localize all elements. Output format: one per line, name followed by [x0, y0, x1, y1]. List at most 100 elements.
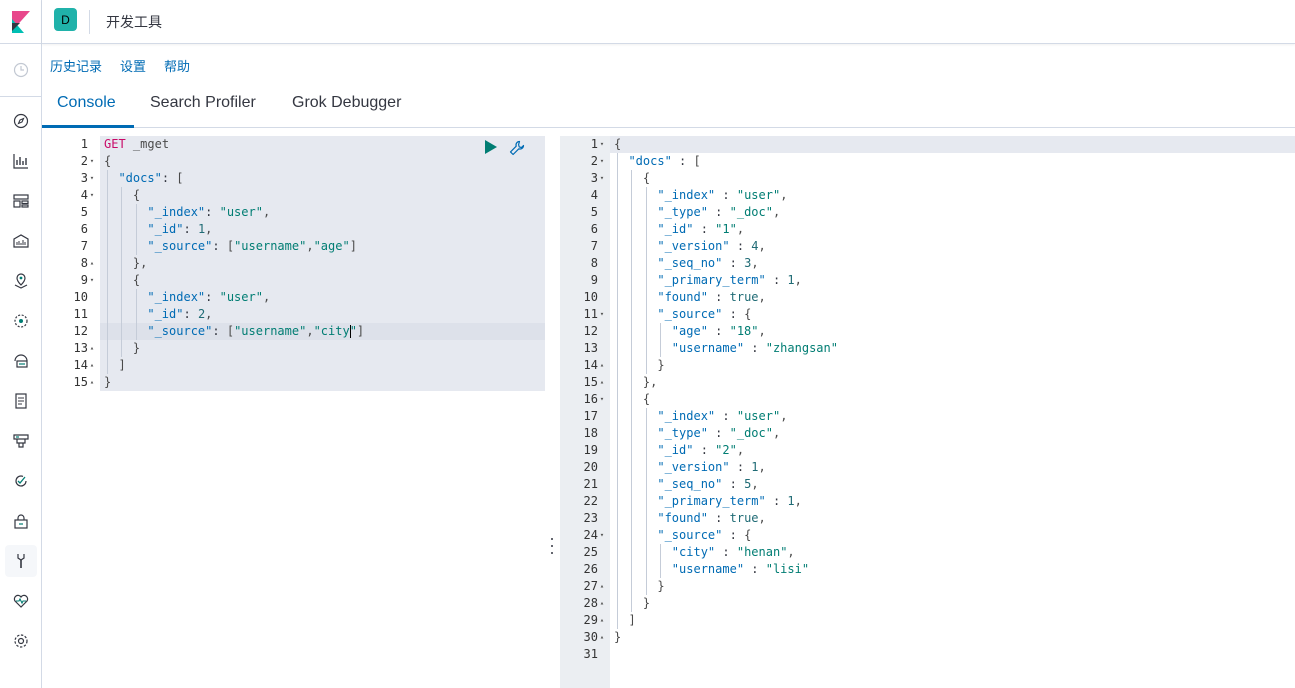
fold-toggle-icon[interactable]: ▾: [88, 153, 96, 170]
line-number-text: 24: [583, 528, 598, 542]
indent-guide: [121, 238, 123, 255]
fold-toggle-icon[interactable]: ▴: [88, 374, 96, 391]
line-number-text: 14: [583, 358, 598, 372]
code-line[interactable]: "_id": 1,: [104, 221, 212, 238]
fold-toggle-icon[interactable]: ▾: [598, 153, 606, 170]
line-number: 3 ▾: [560, 170, 610, 187]
fold-toggle-icon[interactable]: ▴: [598, 357, 606, 374]
indent-guide: [121, 187, 123, 204]
indent-guide: [107, 255, 108, 272]
code-line[interactable]: "_id": 2,: [104, 306, 212, 323]
line-number: 15 ▴: [560, 374, 610, 391]
visualize-icon[interactable]: [5, 145, 37, 177]
code-line[interactable]: "docs": [: [104, 170, 183, 187]
code-line[interactable]: }: [104, 374, 111, 391]
monitoring-icon[interactable]: [5, 585, 37, 617]
apm-icon[interactable]: [5, 425, 37, 457]
indent-guide: [617, 408, 618, 425]
infrastructure-icon[interactable]: [5, 345, 37, 377]
tab-search-profiler[interactable]: Search Profiler: [150, 94, 256, 112]
fold-toggle-icon[interactable]: ▾: [598, 136, 606, 153]
wrench-icon: [509, 140, 525, 156]
code-line[interactable]: {: [104, 153, 111, 170]
indent-guide: [617, 612, 618, 629]
code-line[interactable]: GET _mget: [104, 136, 169, 153]
management-icon[interactable]: [5, 625, 37, 657]
code-line: "found" : true,: [657, 511, 766, 525]
line-number: 13: [560, 340, 610, 357]
send-request-button[interactable]: [484, 140, 498, 154]
indent-guide: [645, 238, 647, 255]
code-line: "docs" : [: [628, 154, 701, 168]
fold-toggle-icon[interactable]: ▴: [88, 357, 96, 374]
dashboard-icon[interactable]: [5, 185, 37, 217]
history-link[interactable]: 历史记录: [50, 56, 102, 75]
line-number: 15 ▴: [50, 374, 100, 391]
fold-toggle-icon[interactable]: ▾: [88, 170, 96, 187]
dev-tools-icon[interactable]: [5, 545, 37, 577]
indent-guide: [121, 255, 123, 272]
request-code[interactable]: GET _mget{ "docs": [ { "_index": "user",…: [100, 136, 545, 688]
indent-guide: [631, 391, 633, 408]
indent-guide: [121, 272, 123, 289]
editor-resizer-handle[interactable]: [548, 538, 556, 554]
line-number-text: 21: [583, 477, 598, 491]
fold-toggle-icon[interactable]: ▾: [598, 527, 606, 544]
code-line[interactable]: "_source": ["username","city"]: [104, 323, 364, 340]
code-line[interactable]: "_index": "user",: [104, 289, 270, 306]
line-number-text: 1: [80, 137, 88, 151]
fold-toggle-icon[interactable]: ▴: [88, 255, 96, 272]
discover-icon[interactable]: [5, 105, 37, 137]
line-number: 7: [50, 238, 100, 255]
indent-guide: [631, 425, 633, 442]
left-nav: [0, 0, 42, 688]
maps-icon[interactable]: [5, 265, 37, 297]
line-number: 27 ▴: [560, 578, 610, 595]
code-line[interactable]: "_source": ["username","age"]: [104, 238, 357, 255]
fold-toggle-icon[interactable]: ▴: [598, 629, 606, 646]
line-number: 6: [50, 221, 100, 238]
indent-guide: [631, 374, 633, 391]
text-cursor: [349, 325, 351, 338]
space-avatar[interactable]: D: [54, 8, 77, 31]
fold-toggle-icon[interactable]: ▴: [598, 612, 606, 629]
code-line[interactable]: },: [104, 255, 147, 272]
uptime-icon[interactable]: [5, 465, 37, 497]
indent-guide: [121, 221, 123, 238]
request-editor[interactable]: 1 2 ▾ 3 ▾ 4 ▾ 5 6 7 8 ▴ 9 ▾ 10 11 12 13 ▴ 14 ▴ 15 ▴ GET _mget{…: [50, 136, 545, 688]
indent-guide: [617, 595, 618, 612]
fold-toggle-icon[interactable]: ▾: [598, 306, 606, 323]
fold-toggle-icon[interactable]: ▴: [598, 374, 606, 391]
fold-toggle-icon[interactable]: ▴: [88, 340, 96, 357]
request-options-button[interactable]: [509, 140, 525, 156]
fold-toggle-icon[interactable]: ▴: [598, 578, 606, 595]
fold-toggle-icon[interactable]: ▾: [88, 187, 96, 204]
code-line[interactable]: "_index": "user",: [104, 204, 270, 221]
fold-toggle-icon[interactable]: ▴: [598, 595, 606, 612]
canvas-icon[interactable]: [5, 225, 37, 257]
security-icon[interactable]: [5, 505, 37, 537]
indent-guide: [617, 187, 618, 204]
indent-guide: [631, 289, 633, 306]
response-code: { "docs" : [ { "_index" : "user", "_type…: [610, 136, 1295, 688]
settings-link[interactable]: 设置: [120, 56, 146, 75]
tab-grok-debugger[interactable]: Grok Debugger: [292, 94, 401, 112]
line-number: 3 ▾: [50, 170, 100, 187]
kibana-logo[interactable]: [0, 0, 42, 44]
fold-toggle-icon[interactable]: ▾: [88, 272, 96, 289]
clock-icon[interactable]: [5, 54, 37, 86]
line-number-text: 16: [583, 392, 598, 406]
indent-guide: [645, 527, 647, 544]
logs-icon[interactable]: [5, 385, 37, 417]
ml-icon[interactable]: [5, 305, 37, 337]
line-number-text: 4: [590, 188, 598, 202]
line-number-text: 7: [80, 239, 88, 253]
line-number-text: 28: [583, 596, 598, 610]
indent-guide: [617, 306, 618, 323]
help-link[interactable]: 帮助: [164, 56, 190, 75]
indent-guide: [617, 272, 618, 289]
fold-toggle-icon[interactable]: ▾: [598, 170, 606, 187]
code-line: "found" : true,: [657, 290, 766, 304]
fold-toggle-icon[interactable]: ▾: [598, 391, 606, 408]
tab-console[interactable]: Console: [57, 94, 116, 112]
